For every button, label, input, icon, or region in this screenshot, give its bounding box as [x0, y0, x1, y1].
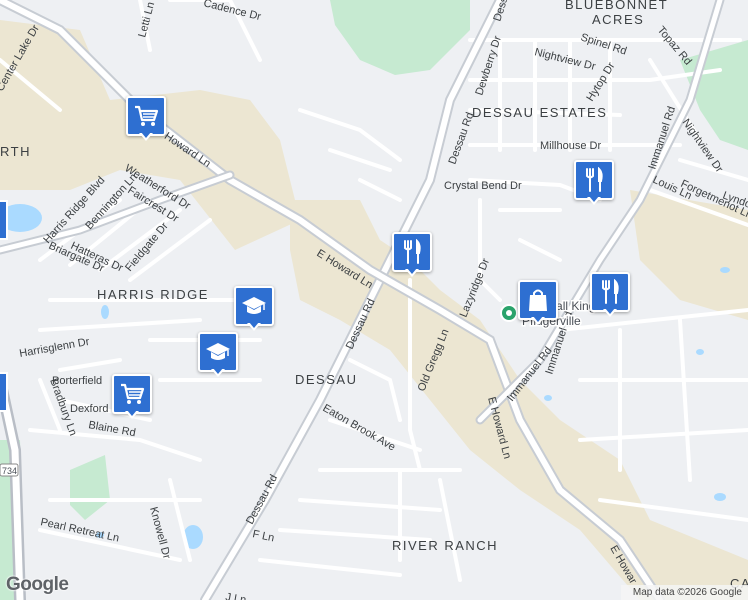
- pin-partial-left-1[interactable]: [0, 200, 8, 240]
- map-attribution: Map data ©2026 Google: [620, 585, 748, 600]
- pond-east-4: [544, 395, 552, 401]
- pond-harris-ridge: [101, 305, 109, 319]
- shopping-cart-icon: [121, 383, 145, 404]
- place-marker-dot: [506, 310, 512, 316]
- pin-shopping-cart[interactable]: [126, 96, 166, 142]
- shopping-bag-icon: [529, 289, 547, 311]
- pond-east-1: [720, 267, 730, 273]
- road-label-crystal-bend: Crystal Bend Dr: [444, 180, 522, 192]
- highway-shield-734-label: 734: [2, 466, 17, 476]
- pin-school[interactable]: [234, 286, 274, 332]
- graduation-cap-icon: [206, 343, 230, 360]
- shopping-cart-icon: [135, 105, 159, 126]
- google-logo[interactable]: Google: [6, 574, 69, 596]
- fork-knife-icon: [602, 279, 619, 304]
- pin-restaurant[interactable]: [574, 160, 614, 206]
- pin-restaurant[interactable]: [392, 232, 432, 278]
- pin-school[interactable]: [198, 332, 238, 378]
- road-label-dexford: Dexford: [70, 403, 109, 415]
- fork-knife-icon: [404, 239, 421, 264]
- attribution-text: Map data ©2026 Google: [632, 587, 742, 598]
- area-label-acres: ACRES: [592, 12, 644, 27]
- fork-knife-icon: [586, 167, 603, 192]
- area-label-harris-ridge: HARRIS RIDGE: [97, 287, 209, 302]
- pin-shopping-cart[interactable]: [112, 374, 152, 420]
- area-label-dessau: DESSAU: [295, 372, 357, 387]
- area-label-dessau-estates: DESSAU ESTATES: [472, 105, 607, 120]
- area-label-north-partial: RTH: [0, 144, 31, 159]
- area-label-river-ranch: RIVER RANCH: [392, 538, 498, 553]
- pin-restaurant[interactable]: [590, 272, 630, 318]
- graduation-cap-icon: [242, 297, 266, 314]
- road-label-millhouse: Millhouse Dr: [540, 140, 601, 152]
- map-canvas[interactable]: BLUEBONNET ACRES DESSAU ESTATES HARRIS R…: [0, 0, 748, 600]
- pin-shopping-bag[interactable]: [518, 280, 558, 326]
- pond-east-2: [696, 349, 704, 355]
- area-label-bluebonnet: BLUEBONNET: [565, 0, 668, 12]
- pond-east-3: [714, 493, 726, 501]
- pin-partial-left-2[interactable]: [0, 372, 8, 412]
